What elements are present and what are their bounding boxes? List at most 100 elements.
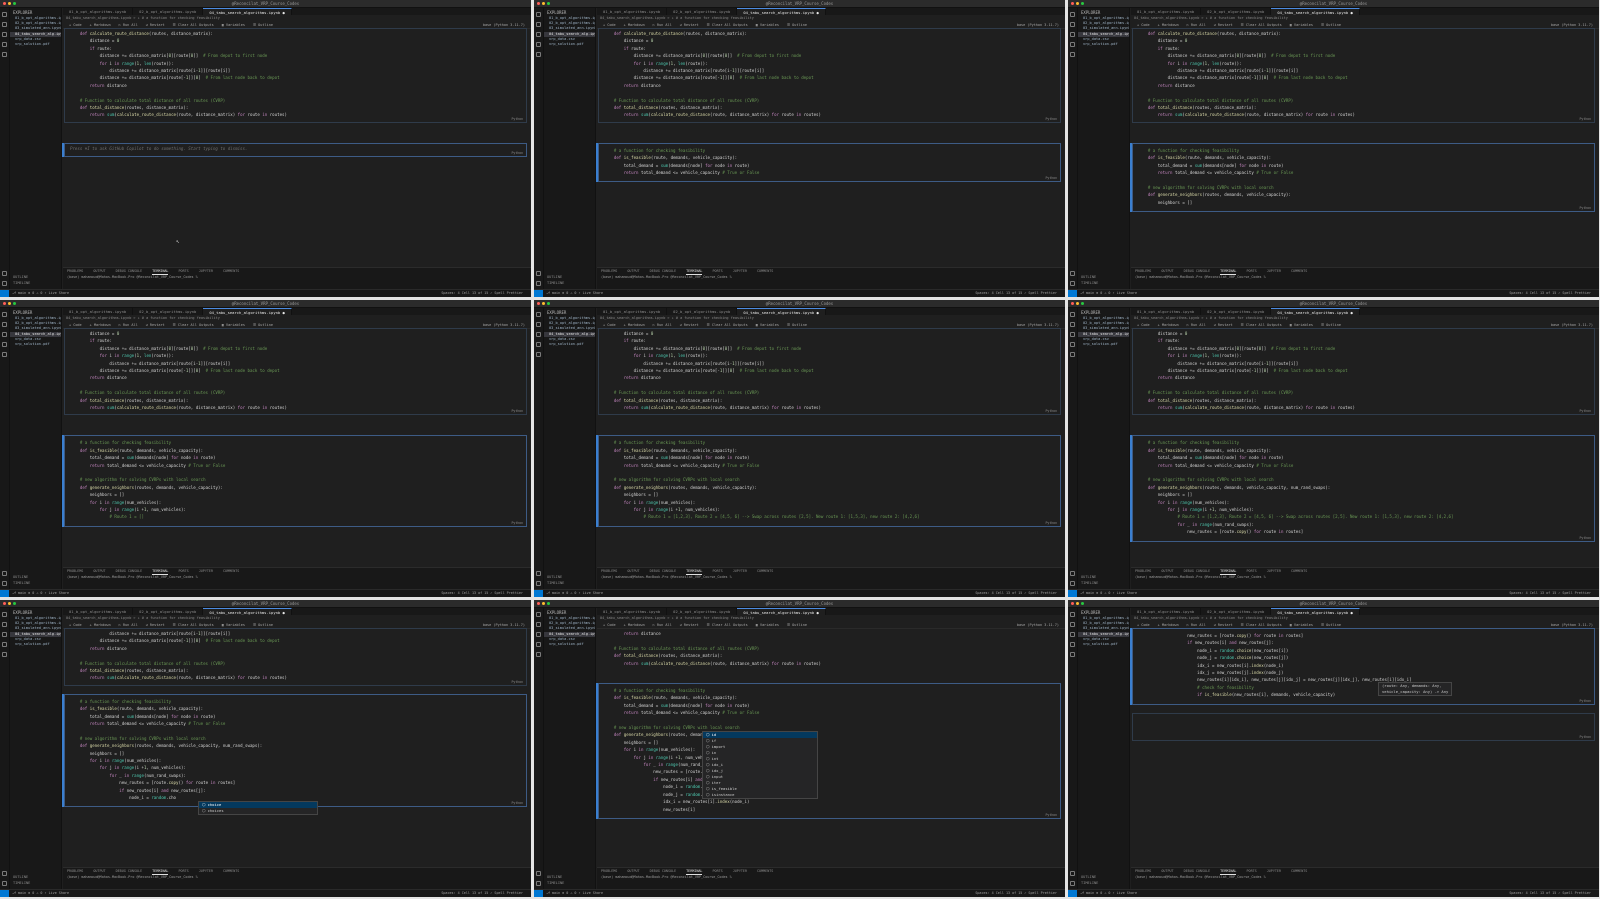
tab-file-1[interactable]: 01_b_opt_algorithms.ipynb <box>63 8 134 15</box>
tab-active-notebook[interactable]: 04_tabu_search_algorithms.ipynb ● <box>203 608 292 615</box>
code-block[interactable]: new_routes = [route.copy() for route in … <box>1138 632 1593 699</box>
status-left[interactable]: ⎇ main ⊗ 0 ⚠ 0 ⚡ Live Share <box>12 590 69 597</box>
gear-icon[interactable] <box>1070 581 1075 586</box>
tab-problems[interactable]: PROBLEMS <box>601 568 617 575</box>
search-icon[interactable] <box>1070 322 1075 327</box>
status-right[interactable]: Spaces: 4 Cell 13 of 15 ✓ Spell Prettier <box>975 890 1057 897</box>
code-block[interactable]: # a function for checking feasibility de… <box>604 147 1059 177</box>
tab-active-notebook[interactable]: 04_tabu_search_algorithms.ipynb ● <box>1271 8 1360 15</box>
tab-debug-console[interactable]: DEBUG CONSOLE <box>116 568 143 575</box>
explorer-file[interactable]: 03_simulated_ann.ipynb <box>1078 326 1129 331</box>
gear-icon[interactable] <box>1070 881 1075 886</box>
outline-section[interactable]: OUTLINE <box>547 275 562 280</box>
status-right[interactable]: Spaces: 4 Cell 13 of 15 ✓ Spell Prettier <box>441 590 523 597</box>
tab-file-1[interactable]: 01_b_opt_algorithms.ipynb <box>1131 8 1202 15</box>
tab-comments[interactable]: COMMENTS <box>223 568 239 575</box>
timeline-section[interactable]: TIMELINE <box>13 281 30 286</box>
explorer-file[interactable]: 03_simulated_ann.ipynb <box>544 326 595 331</box>
status-right[interactable]: Spaces: 4 Cell 13 of 15 ✓ Spell Prettier <box>441 890 523 897</box>
tab-debug-console[interactable]: DEBUG CONSOLE <box>1184 868 1211 875</box>
tab-output[interactable]: OUTPUT <box>1161 268 1173 275</box>
cell-language-label[interactable]: Python <box>1045 813 1057 817</box>
remote-indicator[interactable] <box>1068 890 1077 897</box>
explorer-file[interactable]: 03_simulated_ann.ipynb <box>1078 626 1129 631</box>
explorer-file[interactable]: vrp_solution.pdf <box>1078 42 1129 47</box>
terminal-prompt[interactable]: (base) mahamoud@Mahas-MacBook-Pro @Recon… <box>63 275 531 280</box>
tab-file-2[interactable]: 02_b_opt_algorithms.ipynb <box>1201 308 1272 315</box>
autocomplete-popup[interactable]: ⬡ choice ⬡ choices <box>198 801 318 816</box>
run-debug-icon[interactable] <box>536 342 541 347</box>
tab-file-2[interactable]: 02_b_opt_algorithms.ipynb <box>667 308 738 315</box>
explorer-file[interactable]: vrp_solution.pdf <box>10 642 61 647</box>
code-block[interactable]: distance = 0 if route: distance += dista… <box>70 330 525 411</box>
code-block[interactable]: # a function for checking feasibility de… <box>70 439 525 520</box>
code-block[interactable]: # a function for checking feasibility de… <box>1138 147 1593 206</box>
tab-jupyter[interactable]: JUPYTER <box>733 868 747 875</box>
search-icon[interactable] <box>2 622 7 627</box>
tab-problems[interactable]: PROBLEMS <box>67 268 83 275</box>
run-debug-icon[interactable] <box>536 642 541 647</box>
add-code-cell-button[interactable]: + Code <box>603 622 616 628</box>
account-icon[interactable] <box>536 571 541 576</box>
tab-file-1[interactable]: 01_b_opt_algorithms.ipynb <box>63 308 134 315</box>
extensions-icon[interactable] <box>536 52 541 57</box>
outline-section[interactable]: OUTLINE <box>547 875 562 880</box>
tab-debug-console[interactable]: DEBUG CONSOLE <box>650 268 677 275</box>
code-block[interactable]: # a function for checking feasibility de… <box>70 698 525 802</box>
tab-output[interactable]: OUTPUT <box>627 568 639 575</box>
tab-terminal[interactable]: TERMINAL <box>686 568 703 575</box>
timeline-section[interactable]: TIMELINE <box>1081 881 1098 886</box>
tab-ports[interactable]: PORTS <box>712 868 722 875</box>
account-icon[interactable] <box>536 271 541 276</box>
tab-problems[interactable]: PROBLEMS <box>601 868 617 875</box>
breadcrumb[interactable]: 04_tabu_search_algorithms.ipynb > ✦ # a … <box>600 616 754 621</box>
outline-section[interactable]: OUTLINE <box>1081 275 1096 280</box>
gear-icon[interactable] <box>536 581 541 586</box>
autocomplete-item[interactable]: ⬡ isinstance <box>703 792 817 798</box>
search-icon[interactable] <box>1070 622 1075 627</box>
outline-section[interactable]: OUTLINE <box>1081 875 1096 880</box>
remote-indicator[interactable] <box>0 290 9 297</box>
explorer-file[interactable]: 03_simulated_ann.ipynb <box>1078 26 1129 31</box>
source-control-icon[interactable] <box>2 32 7 37</box>
code-block[interactable]: distance = 0 if route: distance += dista… <box>604 330 1059 411</box>
gear-icon[interactable] <box>1070 281 1075 286</box>
tab-output[interactable]: OUTPUT <box>627 268 639 275</box>
outline-section[interactable]: OUTLINE <box>13 875 28 880</box>
search-icon[interactable] <box>536 322 541 327</box>
tab-jupyter[interactable]: JUPYTER <box>1267 868 1281 875</box>
gear-icon[interactable] <box>536 881 541 886</box>
terminal-prompt[interactable]: (base) mahamoud@Mahas-MacBook-Pro @Recon… <box>1131 275 1599 280</box>
terminal-prompt[interactable]: (base) mahamoud@Mahas-MacBook-Pro @Recon… <box>597 275 1065 280</box>
tab-active-notebook[interactable]: 04_tabu_search_algorithms.ipynb ● <box>203 308 292 315</box>
outline-section[interactable]: OUTLINE <box>13 575 28 580</box>
tab-active-notebook[interactable]: 04_tabu_search_algorithms.ipynb ● <box>737 308 826 315</box>
tab-ports[interactable]: PORTS <box>712 268 722 275</box>
files-icon[interactable] <box>536 312 541 317</box>
tab-output[interactable]: OUTPUT <box>1161 568 1173 575</box>
account-icon[interactable] <box>2 571 7 576</box>
tab-file-1[interactable]: 01_b_opt_algorithms.ipynb <box>597 608 668 615</box>
breadcrumb[interactable]: 04_tabu_search_algorithms.ipynb > ✦ # a … <box>1134 616 1288 621</box>
tab-ports[interactable]: PORTS <box>712 568 722 575</box>
extensions-icon[interactable] <box>2 352 7 357</box>
outline-section[interactable]: OUTLINE <box>547 575 562 580</box>
breadcrumb[interactable]: 04_tabu_search_algorithms.ipynb > ✦ # a … <box>66 16 220 21</box>
run-debug-icon[interactable] <box>2 42 7 47</box>
tab-ports[interactable]: PORTS <box>1246 868 1256 875</box>
files-icon[interactable] <box>2 312 7 317</box>
code-block[interactable]: distance += distance_matrix[route[i-1]][… <box>70 630 525 682</box>
source-control-icon[interactable] <box>536 332 541 337</box>
tab-ports[interactable]: PORTS <box>1246 268 1256 275</box>
files-icon[interactable] <box>536 12 541 17</box>
tab-file-2[interactable]: 02_b_opt_algorithms.ipynb <box>667 8 738 15</box>
tab-output[interactable]: OUTPUT <box>93 868 105 875</box>
status-left[interactable]: ⎇ main ⊗ 0 ⚠ 0 ⚡ Live Share <box>546 590 603 597</box>
account-icon[interactable] <box>1070 271 1075 276</box>
extensions-icon[interactable] <box>1070 352 1075 357</box>
tab-active-notebook[interactable]: 04_tabu_search_algorithms.ipynb ● <box>737 8 826 15</box>
breadcrumb[interactable]: 04_tabu_search_algorithms.ipynb > ✦ # a … <box>1134 16 1288 21</box>
breadcrumb[interactable]: 04_tabu_search_algorithms.ipynb > ✦ # a … <box>66 316 220 321</box>
tab-problems[interactable]: PROBLEMS <box>1135 868 1151 875</box>
tab-file-1[interactable]: 01_b_opt_algorithms.ipynb <box>1131 608 1202 615</box>
